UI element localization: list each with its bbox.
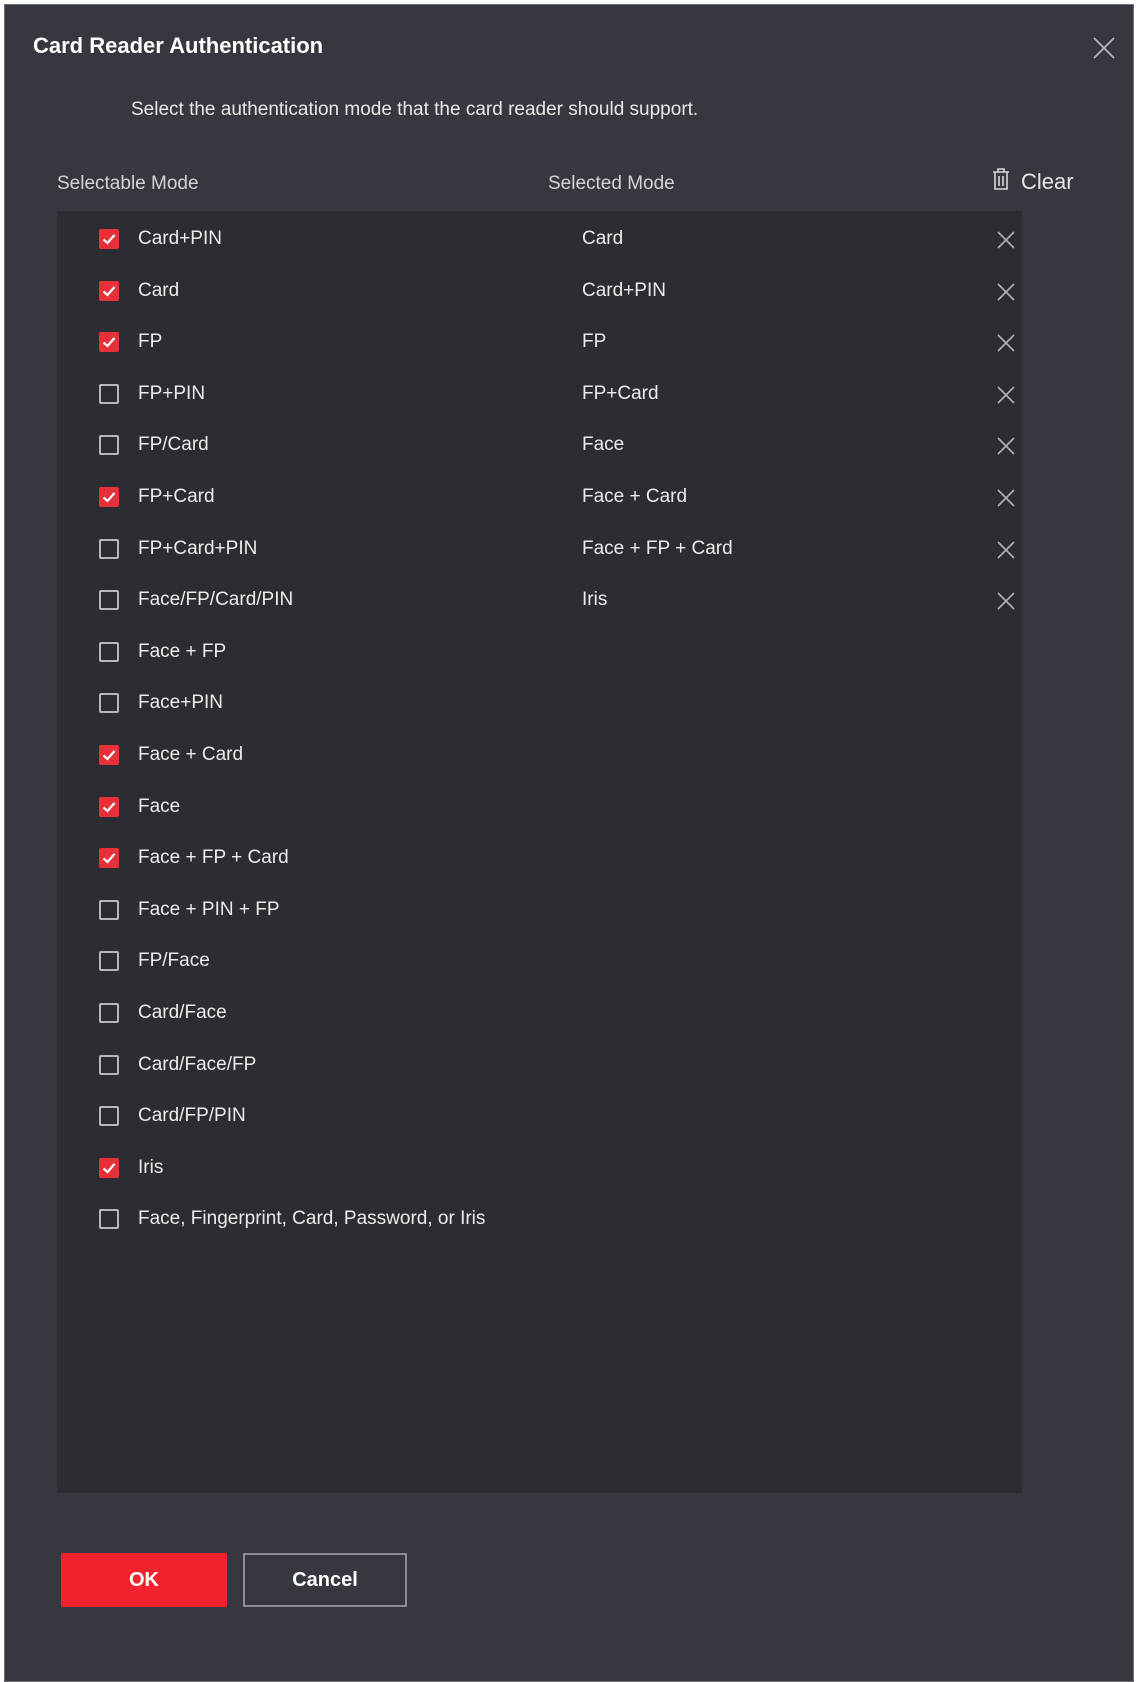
clear-button[interactable]: Clear: [991, 167, 1074, 196]
selectable-mode-label: Card/Face: [138, 1002, 227, 1023]
selectable-mode-item[interactable]: Face, Fingerprint, Card, Password, or Ir…: [57, 1199, 559, 1239]
dialog-subtitle: Select the authentication mode that the …: [131, 99, 699, 120]
remove-icon[interactable]: [995, 487, 1017, 509]
checkbox-unchecked[interactable]: [99, 641, 119, 662]
selected-mode-item: FP: [548, 322, 1022, 362]
checkbox-checked[interactable]: [99, 745, 119, 765]
checkbox-unchecked[interactable]: [99, 1209, 119, 1230]
selected-mode-label: Selected Mode: [548, 173, 675, 194]
selectable-mode-list: Card+PIN Card FP FP+PIN FP/Card FP+Card FP+Car…: [57, 211, 559, 1493]
selectable-mode-label: Face, Fingerprint, Card, Password, or Ir…: [138, 1208, 486, 1230]
checkbox-unchecked[interactable]: [99, 538, 119, 559]
selectable-mode-label: FP/Card: [138, 434, 209, 456]
selectable-mode-item[interactable]: Card/Face/FP: [57, 1045, 559, 1085]
selectable-mode-item[interactable]: Card: [57, 271, 559, 311]
selected-mode-label: Iris: [582, 589, 608, 611]
selected-mode-label: Card+PIN: [582, 279, 666, 301]
selectable-mode-item[interactable]: FP+Card: [57, 477, 559, 517]
checkbox-checked[interactable]: [99, 848, 119, 869]
selectable-mode-label: Face+PIN: [138, 692, 224, 714]
selectable-mode-item[interactable]: Face + Card: [57, 735, 559, 775]
selectable-mode-label: Face: [138, 795, 181, 817]
checkbox-unchecked[interactable]: [99, 1106, 119, 1127]
selected-mode-label: Face + Card: [582, 486, 688, 507]
remove-icon[interactable]: [995, 539, 1017, 561]
selectable-mode-item[interactable]: Face + PIN + FP: [57, 890, 559, 930]
selectable-mode-label: Selectable Mode: [57, 173, 199, 194]
selected-mode-item: Iris: [548, 580, 1022, 620]
checkbox-unchecked[interactable]: [99, 383, 119, 404]
ok-button[interactable]: OK: [61, 1553, 227, 1607]
selectable-mode-item[interactable]: FP/Card: [57, 425, 559, 465]
selectable-mode-item[interactable]: FP+Card+PIN: [57, 529, 559, 569]
dialog-title: Card Reader Authentication: [33, 33, 324, 58]
selectable-mode-label: Card/Face/FP: [138, 1053, 257, 1075]
selected-mode-item: Face + Card: [548, 477, 1022, 517]
selectable-mode-label: FP+PIN: [138, 382, 206, 404]
selectable-mode-label: Face/FP/Card/PIN: [138, 589, 294, 611]
selected-mode-label: Face + FP + Card: [582, 537, 733, 559]
checkbox-checked[interactable]: [99, 487, 119, 507]
selected-mode-item: Face: [548, 425, 1022, 465]
remove-icon[interactable]: [995, 384, 1017, 406]
selectable-mode-label: Iris: [138, 1156, 164, 1178]
checkbox-checked[interactable]: [99, 280, 119, 301]
checkbox-unchecked[interactable]: [99, 435, 119, 456]
checkbox-unchecked[interactable]: [99, 1003, 119, 1023]
trash-icon: [991, 167, 1011, 196]
selectable-mode-item[interactable]: Card/Face: [57, 993, 559, 1033]
selected-mode-label: Card: [582, 228, 624, 249]
selectable-mode-item[interactable]: Card/FP/PIN: [57, 1096, 559, 1136]
selectable-mode-label: Card+PIN: [138, 228, 222, 249]
selected-mode-label: Face: [582, 434, 625, 456]
selectable-mode-item[interactable]: Face/FP/Card/PIN: [57, 580, 559, 620]
selectable-mode-label: Face + FP: [138, 640, 227, 662]
checkbox-unchecked[interactable]: [99, 693, 119, 714]
selectable-mode-item[interactable]: Iris: [57, 1148, 559, 1188]
selectable-mode-label: FP+Card+PIN: [138, 537, 258, 559]
remove-icon[interactable]: [995, 229, 1017, 251]
selectable-mode-item[interactable]: Face+PIN: [57, 683, 559, 723]
selected-mode-item: Card: [548, 219, 1022, 259]
selectable-mode-item[interactable]: FP+PIN: [57, 374, 559, 414]
selectable-mode-item[interactable]: Face + FP + Card: [57, 838, 559, 878]
checkbox-unchecked[interactable]: [99, 899, 119, 920]
selected-mode-label: FP+Card: [582, 382, 659, 404]
checkbox-unchecked[interactable]: [99, 951, 119, 972]
selectable-mode-item[interactable]: Card+PIN: [57, 219, 559, 259]
selectable-mode-item[interactable]: FP/Face: [57, 941, 559, 981]
selected-mode-list: Card Card+PIN FP FP+Card Face Face + Card Face…: [548, 211, 1022, 1493]
selectable-mode-item[interactable]: Face + FP: [57, 632, 559, 672]
selectable-mode-label: FP/Face: [138, 950, 210, 972]
selectable-mode-label: Card: [138, 279, 180, 301]
cancel-button[interactable]: Cancel: [243, 1553, 407, 1607]
selected-mode-label: FP: [582, 331, 607, 353]
selectable-mode-label: FP+Card: [138, 486, 215, 507]
remove-icon[interactable]: [995, 590, 1017, 612]
remove-icon[interactable]: [995, 281, 1017, 303]
clear-label: Clear: [1021, 168, 1074, 194]
selectable-mode-label: Face + Card: [138, 744, 244, 765]
selectable-mode-label: FP: [138, 331, 163, 353]
selected-mode-item: Face + FP + Card: [548, 529, 1022, 569]
remove-icon[interactable]: [995, 332, 1017, 354]
selectable-mode-label: Face + FP + Card: [138, 847, 289, 869]
checkbox-checked[interactable]: [99, 332, 119, 353]
selectable-mode-label: Card/FP/PIN: [138, 1105, 246, 1127]
selectable-mode-item[interactable]: Face: [57, 787, 559, 827]
checkbox-unchecked[interactable]: [99, 590, 119, 611]
selectable-mode-item[interactable]: FP: [57, 322, 559, 362]
checkbox-checked[interactable]: [99, 229, 119, 249]
close-icon[interactable]: [1091, 35, 1117, 61]
checkbox-unchecked[interactable]: [99, 1054, 119, 1075]
selected-mode-item: FP+Card: [548, 374, 1022, 414]
selectable-mode-label: Face + PIN + FP: [138, 898, 280, 920]
remove-icon[interactable]: [995, 435, 1017, 457]
checkbox-checked[interactable]: [99, 796, 119, 817]
card-reader-auth-dialog: Card Reader Authentication Select the au…: [4, 4, 1134, 1682]
checkbox-checked[interactable]: [99, 1157, 119, 1178]
selected-mode-item: Card+PIN: [548, 271, 1022, 311]
